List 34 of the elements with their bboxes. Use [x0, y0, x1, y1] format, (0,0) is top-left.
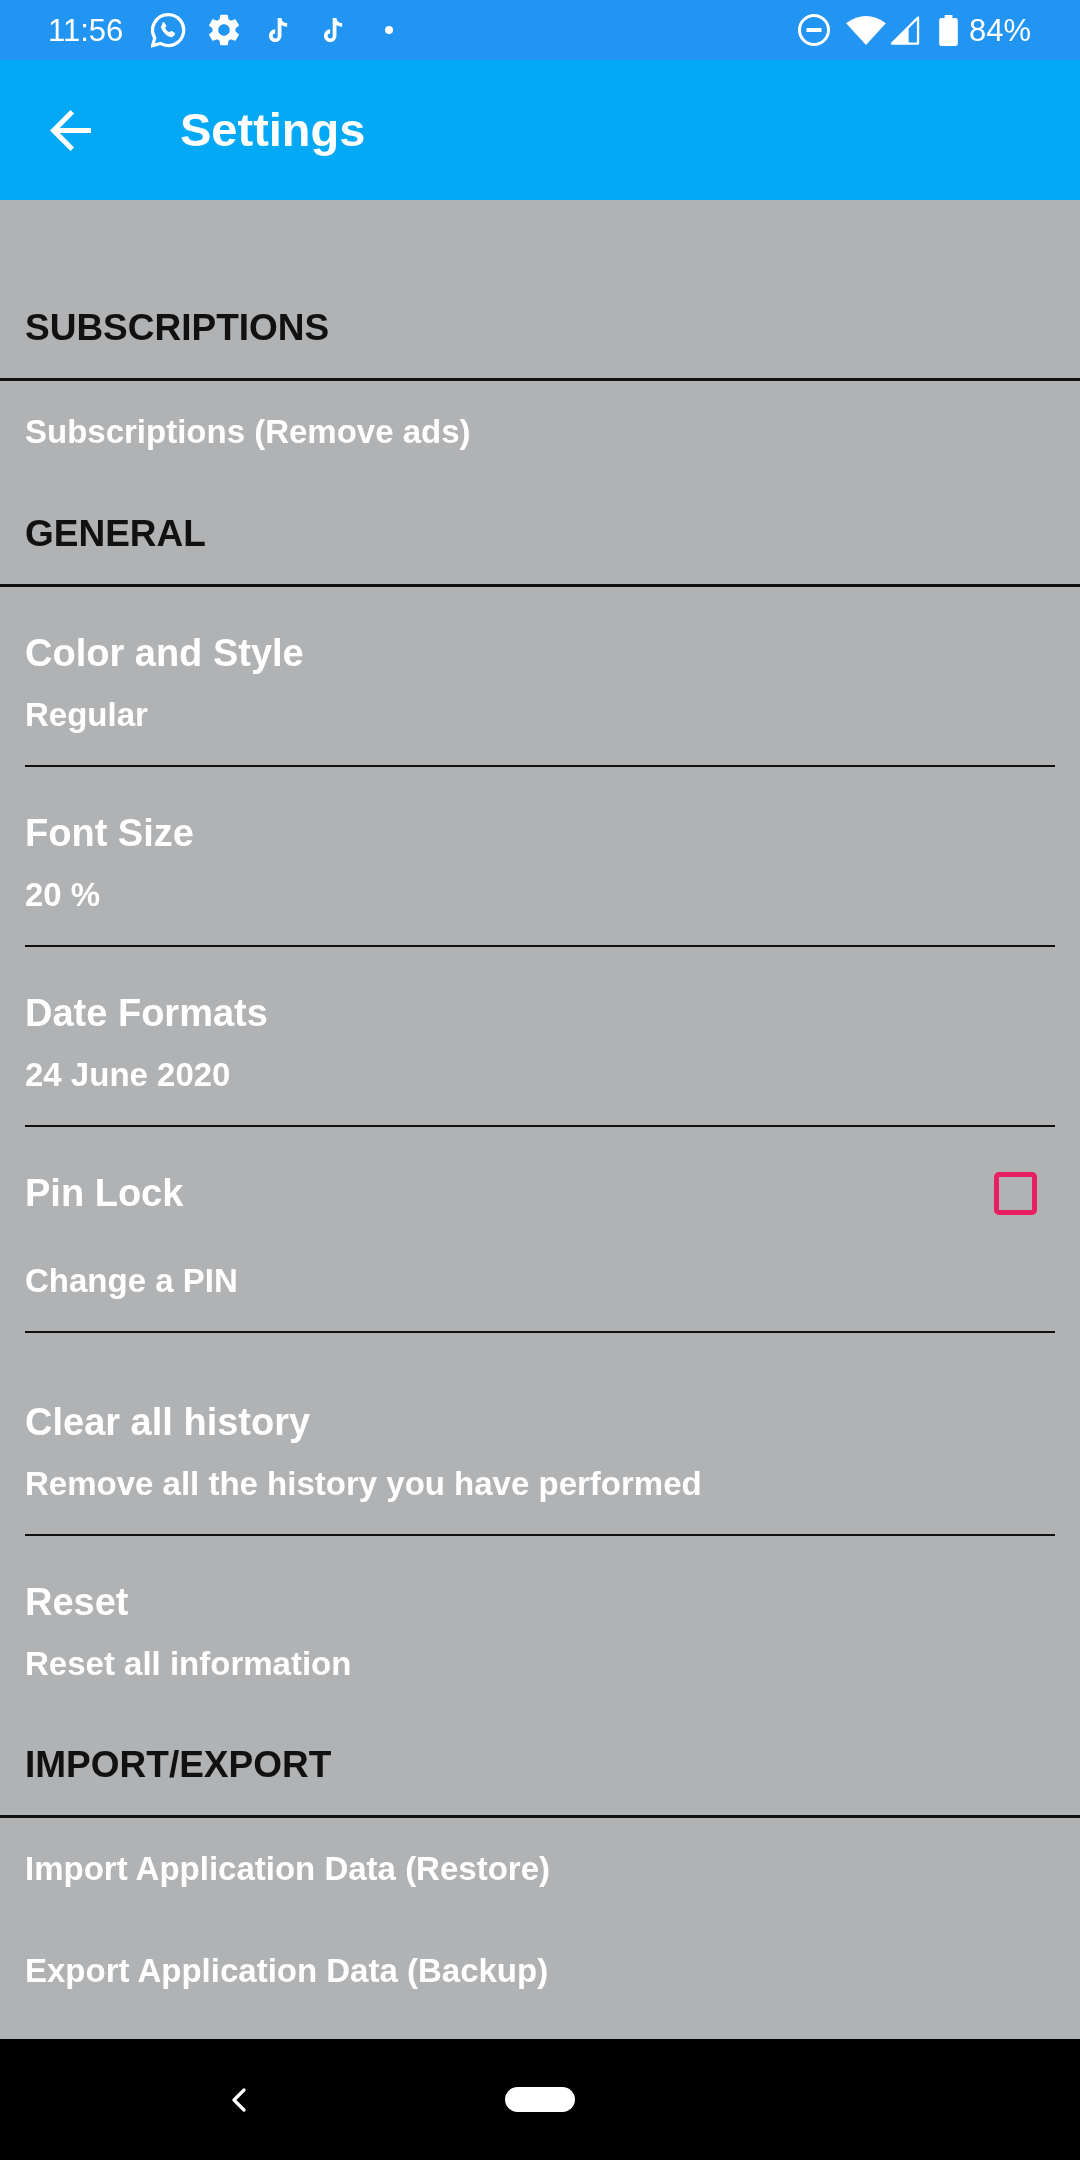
chevron-left-icon[interactable] — [231, 2087, 246, 2112]
home-pill-icon[interactable] — [505, 2087, 575, 2112]
signal-icon — [888, 15, 921, 45]
setting-title[interactable]: Date Formats — [25, 990, 268, 1036]
setting-title[interactable]: Color and Style — [25, 630, 304, 676]
setting-summary: Reset all information — [25, 1644, 352, 1684]
chat-bubble-icon — [151, 12, 187, 48]
setting-title[interactable]: Reset — [25, 1579, 129, 1625]
setting-summary: 20 % — [25, 875, 101, 915]
settings-link[interactable]: Export Application Data (Backup) — [25, 1951, 549, 1991]
toolbar-title: Settings — [180, 102, 366, 158]
wifi-icon — [845, 15, 886, 45]
settings-link[interactable]: Import Application Data (Restore) — [25, 1849, 550, 1889]
battery-icon — [938, 14, 958, 46]
clock-time: 11:56 — [48, 14, 124, 46]
setting-title[interactable]: Clear all history — [25, 1399, 311, 1445]
gear-icon — [208, 14, 241, 46]
dot-icon — [385, 26, 394, 34]
music-note-icon — [268, 18, 289, 42]
setting-summary: Regular — [25, 695, 148, 735]
checkbox[interactable] — [994, 1171, 1037, 1215]
setting-title[interactable]: Pin Lock — [25, 1170, 184, 1216]
setting-title[interactable]: Font Size — [25, 810, 194, 856]
back-icon[interactable] — [50, 109, 91, 151]
battery-percent: 84% — [968, 14, 1031, 46]
music-note-icon — [323, 18, 344, 42]
settings-link[interactable]: Subscriptions (Remove ads) — [25, 412, 471, 452]
section-header: IMPORT/EXPORT — [25, 1743, 332, 1786]
section-header: GENERAL — [25, 512, 206, 555]
setting-summary: 24 June 2020 — [25, 1055, 231, 1095]
setting-summary: Change a PIN — [25, 1261, 238, 1301]
section-header: SUBSCRIPTIONS — [25, 306, 330, 349]
minus-circle-icon — [797, 14, 830, 46]
setting-summary: Remove all the history you have performed — [25, 1464, 702, 1504]
